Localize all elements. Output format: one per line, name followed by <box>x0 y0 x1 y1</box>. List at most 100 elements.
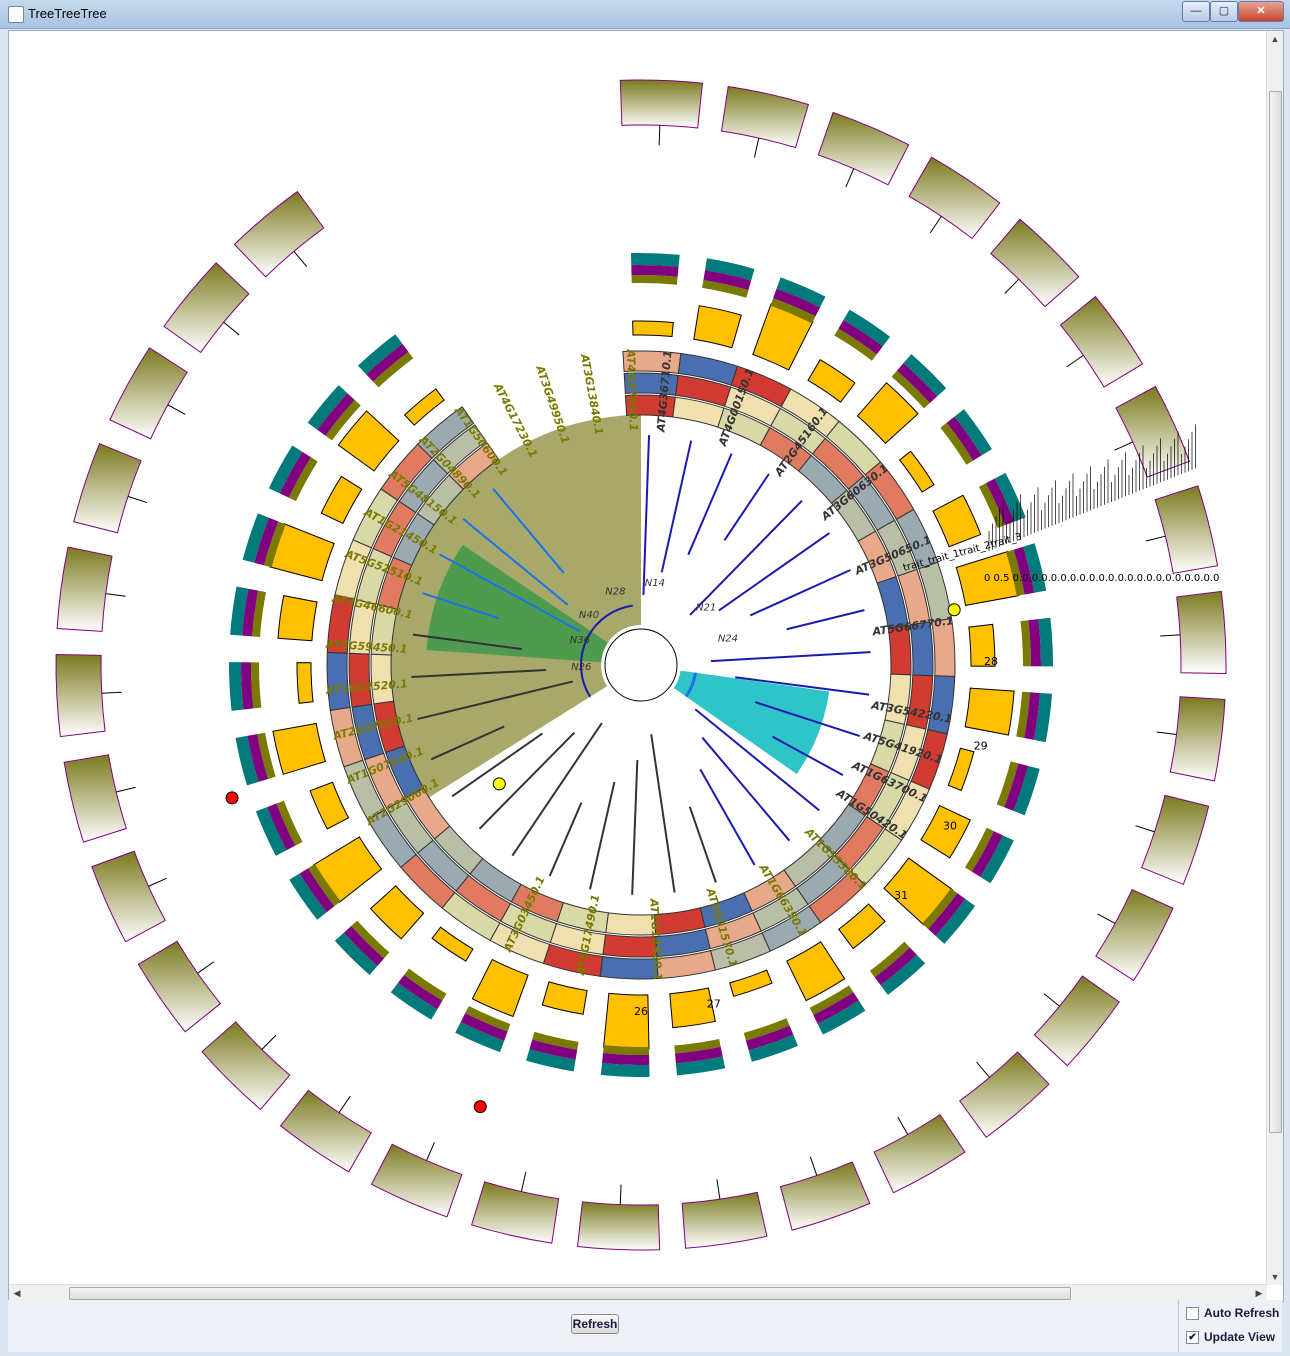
stacked-bar-olive <box>631 275 678 285</box>
connector-line <box>929 215 942 234</box>
tree-branch <box>688 806 717 883</box>
heatmap-cell <box>599 955 659 980</box>
bar-number: 27 <box>707 997 721 1010</box>
gradient-box <box>619 79 703 129</box>
connector-line <box>1097 913 1116 924</box>
connector-line <box>127 495 148 504</box>
close-button[interactable]: ✕ <box>1238 1 1284 22</box>
gradient-box <box>1176 590 1227 674</box>
checkbox-icon[interactable] <box>1186 1307 1199 1321</box>
tree-branch <box>660 440 693 573</box>
connector-line <box>148 877 167 887</box>
update-view-checkbox[interactable]: ✔ Update View <box>1186 1330 1276 1345</box>
bar-chart-block <box>272 722 327 775</box>
gradient-box <box>163 262 250 354</box>
gradient-box <box>817 111 910 186</box>
tree-branch <box>710 651 871 663</box>
tree-branch <box>786 609 865 631</box>
bar-number: 26 <box>634 1005 648 1018</box>
gradient-box <box>1033 975 1120 1067</box>
gradient-box <box>55 653 106 738</box>
bar-chart-block <box>898 450 935 493</box>
bar-chart-block <box>964 687 1015 736</box>
checkbox-icon[interactable]: ✔ <box>1186 1331 1199 1345</box>
divider <box>1178 1300 1179 1352</box>
gradient-box <box>1169 696 1226 782</box>
stacked-bar-purple <box>631 265 679 277</box>
minimize-button[interactable]: — <box>1182 1 1210 22</box>
connector-line <box>1156 731 1177 736</box>
maximize-button[interactable]: ▢ <box>1210 1 1238 22</box>
vertical-scrollbar[interactable]: ▲ ▼ <box>1266 31 1283 1285</box>
connector-line <box>753 137 760 158</box>
horizontal-scroll-thumb[interactable] <box>69 1287 1071 1300</box>
bar-chart-block <box>947 747 975 792</box>
java-app-icon <box>8 6 24 23</box>
gradient-box <box>109 347 188 440</box>
gradient-box <box>370 1143 463 1218</box>
root-circle <box>604 628 678 702</box>
leaf-label: AT4G17230.1 <box>490 380 539 460</box>
gradient-box <box>1059 295 1144 388</box>
circular-tree-svg[interactable]: AT4G36710.1 AT4G00150.1 AT2G45160.1AT3G606… <box>9 31 1267 1285</box>
connector-line <box>809 1156 818 1176</box>
connector-line <box>845 168 855 188</box>
gradient-box <box>959 1051 1050 1138</box>
bar-number: 28 <box>984 655 998 668</box>
bar-chart-block <box>932 494 982 548</box>
tree-branch <box>718 532 830 612</box>
bar-number: 31 <box>894 889 908 902</box>
connector-line <box>976 1061 990 1078</box>
phylogenetic-tree-canvas[interactable]: AT4G36710.1 AT4G00150.1 AT2G45160.1 AT3G606… <box>9 31 1267 1285</box>
bar-chart-block <box>693 305 742 349</box>
gradient-box <box>233 190 325 278</box>
auto-refresh-checkbox[interactable]: Auto Refresh <box>1186 1306 1280 1321</box>
leaf-marker-icon <box>225 791 239 805</box>
tree-branch <box>589 781 616 890</box>
gradient-box <box>576 1201 661 1251</box>
bar-chart-block <box>471 958 529 1018</box>
gradient-box <box>1154 485 1219 574</box>
stacked-bar-teal <box>630 252 680 267</box>
tree-view-panel: AT4G36710.1 AT4G00150.1 AT2G45160.1 AT3G606… <box>8 30 1284 1302</box>
connector-line <box>261 1034 277 1050</box>
connector-line <box>520 1171 527 1192</box>
connector-line <box>1160 634 1181 637</box>
gradient-box <box>873 1113 966 1194</box>
horizontal-scrollbar[interactable]: ◀ ▶ <box>9 1284 1267 1301</box>
scale-ticks: 0 0.5 0.0.0.0.0.0.0.0.0.0.0.0.0.0.0.0.0.… <box>984 573 1219 584</box>
window-title: TreeTreeTree <box>28 6 107 21</box>
connector-line <box>338 1095 351 1113</box>
connector-line <box>101 691 122 694</box>
scroll-down-arrow-icon[interactable]: ▼ <box>1268 1270 1282 1284</box>
connector-line <box>105 593 126 597</box>
tree-branch <box>631 759 639 895</box>
scroll-left-arrow-icon[interactable]: ◀ <box>10 1286 24 1300</box>
connector-line <box>1066 354 1084 368</box>
node-label: N26 <box>571 662 591 673</box>
auto-refresh-label: Auto Refresh <box>1204 1306 1280 1320</box>
tree-branch <box>548 802 583 877</box>
connector-line <box>197 961 215 974</box>
bar-chart-block <box>632 320 674 338</box>
node-label: N24 <box>718 634 738 645</box>
connector-line <box>716 1179 721 1200</box>
gradient-box <box>73 443 142 534</box>
bar-chart-block <box>320 475 363 525</box>
refresh-button[interactable]: Refresh <box>571 1314 619 1334</box>
connector-line <box>1145 535 1166 542</box>
node-label: N36 <box>570 635 590 646</box>
connector-line <box>426 1142 435 1161</box>
bar-chart-block <box>309 781 350 830</box>
title-bar: TreeTreeTree — ▢ ✕ <box>0 0 1290 29</box>
scroll-up-arrow-icon[interactable]: ▲ <box>1268 32 1282 46</box>
scroll-right-arrow-icon[interactable]: ▶ <box>1252 1286 1266 1300</box>
tree-branch <box>723 473 770 541</box>
vertical-scroll-thumb[interactable] <box>1269 91 1282 1133</box>
connector-line <box>1114 441 1133 451</box>
gradient-box <box>137 940 222 1033</box>
update-view-label: Update View <box>1204 1330 1276 1344</box>
leaf-marker-icon <box>492 777 506 791</box>
stacked-bar-teal <box>600 1063 650 1077</box>
leaf-marker-icon <box>947 603 961 617</box>
